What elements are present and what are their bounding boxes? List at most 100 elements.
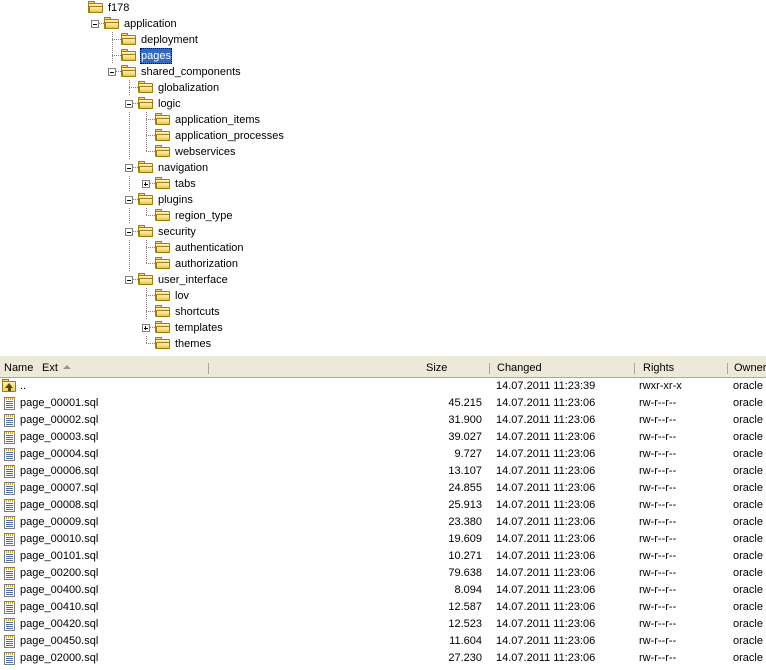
tree-node-navigation[interactable]: navigation <box>0 160 766 176</box>
column-resize-handle[interactable] <box>489 363 490 374</box>
column-header-size[interactable]: Size <box>426 360 447 377</box>
table-row[interactable]: .. 14.07.2011 11:23:39 rwxr-xr-x oracle <box>0 378 766 395</box>
table-row[interactable]: page_00003.sql 39.027 14.07.2011 11:23:06 r… <box>0 429 766 446</box>
tree-node-application-processes[interactable]: application_processes <box>0 128 766 144</box>
file-rights: rw-r--r-- <box>639 618 677 630</box>
tree-node-deployment[interactable]: deployment <box>0 32 766 48</box>
tree-node-templates[interactable]: templates <box>0 320 766 336</box>
tree-node-themes[interactable]: themes <box>0 336 766 352</box>
file-changed: 14.07.2011 11:23:06 <box>496 652 596 664</box>
file-owner: oracle <box>733 533 763 545</box>
table-row[interactable]: page_00007.sql 24.855 14.07.2011 11:23:06 r… <box>0 480 766 497</box>
sql-file-icon <box>3 464 17 479</box>
tree-node-tabs[interactable]: tabs <box>0 176 766 192</box>
tree-guide-line <box>129 208 130 224</box>
folder-tree-pane[interactable]: f178 application deployment pages shared_com… <box>0 0 766 355</box>
tree-node-label: application_processes <box>175 130 284 142</box>
table-row[interactable]: page_00001.sql 45.215 14.07.2011 11:23:06 r… <box>0 395 766 412</box>
collapse-icon[interactable] <box>122 160 138 176</box>
column-resize-handle[interactable] <box>208 363 209 374</box>
tree-node-globalization[interactable]: globalization <box>0 80 766 96</box>
column-resize-handle[interactable] <box>727 363 728 374</box>
file-owner: oracle <box>733 601 763 613</box>
folder-icon <box>121 48 137 64</box>
file-size: 11.604 <box>449 635 482 647</box>
table-row[interactable]: page_00400.sql 8.094 14.07.2011 11:23:06 rw… <box>0 582 766 599</box>
parent-dir-icon <box>2 379 17 394</box>
tree-node-region-type[interactable]: region_type <box>0 208 766 224</box>
tree-node-f178[interactable]: f178 <box>0 0 766 16</box>
file-name: page_00010.sql <box>20 533 99 545</box>
tree-guide-line <box>129 256 130 272</box>
folder-icon <box>155 256 171 272</box>
tree-node-application-items[interactable]: application_items <box>0 112 766 128</box>
file-size: 31.900 <box>448 414 482 426</box>
column-header-owner[interactable]: Owner <box>734 360 766 377</box>
file-rights: rw-r--r-- <box>639 533 677 545</box>
column-resize-handle[interactable] <box>634 363 635 374</box>
collapse-icon[interactable] <box>88 16 104 32</box>
file-owner: oracle <box>733 584 763 596</box>
column-header-changed[interactable]: Changed <box>497 360 542 377</box>
file-list-rows[interactable]: .. 14.07.2011 11:23:39 rwxr-xr-x oracle page… <box>0 378 766 667</box>
tree-node-pages[interactable]: pages <box>0 48 766 64</box>
table-row[interactable]: page_00002.sql 31.900 14.07.2011 11:23:06 r… <box>0 412 766 429</box>
tree-node-plugins[interactable]: plugins <box>0 192 766 208</box>
tree-node-webservices[interactable]: webservices <box>0 144 766 160</box>
file-owner: oracle <box>733 652 763 664</box>
tree-node-lov[interactable]: lov <box>0 288 766 304</box>
folder-icon <box>155 144 171 160</box>
expand-icon[interactable] <box>139 320 155 336</box>
tree-node-label: authentication <box>175 242 244 254</box>
table-row[interactable]: page_00008.sql 25.913 14.07.2011 11:23:06 r… <box>0 497 766 514</box>
column-header-label: Rights <box>643 362 675 374</box>
table-row[interactable]: page_00006.sql 13.107 14.07.2011 11:23:06 r… <box>0 463 766 480</box>
tree-node-application[interactable]: application <box>0 16 766 32</box>
table-row[interactable]: page_00004.sql 9.727 14.07.2011 11:23:06 rw… <box>0 446 766 463</box>
table-row[interactable]: page_02000.sql 27.230 14.07.2011 11:23:06 r… <box>0 650 766 667</box>
file-list-pane[interactable]: Name Ext Size Changed Rights Owner .. 14.07.20… <box>0 360 766 670</box>
tree-node-user-interface[interactable]: user_interface <box>0 272 766 288</box>
file-changed: 14.07.2011 11:23:06 <box>496 448 596 460</box>
column-header-name[interactable]: Name <box>4 360 33 377</box>
tree-node-shortcuts[interactable]: shortcuts <box>0 304 766 320</box>
tree-connector <box>139 336 155 352</box>
folder-icon <box>155 112 171 128</box>
table-row[interactable]: page_00101.sql 10.271 14.07.2011 11:23:06 r… <box>0 548 766 565</box>
collapse-icon[interactable] <box>122 96 138 112</box>
sql-file-icon <box>3 549 17 564</box>
collapse-icon[interactable] <box>122 224 138 240</box>
toggle-box <box>142 180 150 188</box>
collapse-icon[interactable] <box>122 192 138 208</box>
file-changed: 14.07.2011 11:23:06 <box>496 635 596 647</box>
collapse-icon[interactable] <box>105 64 121 80</box>
table-row[interactable]: page_00200.sql 79.638 14.07.2011 11:23:06 r… <box>0 565 766 582</box>
table-row[interactable]: page_00410.sql 12.587 14.07.2011 11:23:06 r… <box>0 599 766 616</box>
tree-node-logic[interactable]: logic <box>0 96 766 112</box>
file-name: page_00003.sql <box>20 431 99 443</box>
file-size: 24.855 <box>448 482 482 494</box>
tree-connector <box>139 288 155 304</box>
column-header-rights[interactable]: Rights <box>643 360 674 377</box>
expand-icon[interactable] <box>139 176 155 192</box>
collapse-icon[interactable] <box>122 272 138 288</box>
column-header-ext[interactable]: Ext <box>42 360 71 377</box>
table-row[interactable]: page_00009.sql 23.380 14.07.2011 11:23:06 r… <box>0 514 766 531</box>
tree-node-security[interactable]: security <box>0 224 766 240</box>
tree-node-authorization[interactable]: authorization <box>0 256 766 272</box>
folder-icon <box>138 160 154 176</box>
column-header-row[interactable]: Name Ext Size Changed Rights Owner <box>0 360 766 378</box>
table-row[interactable]: page_00420.sql 12.523 14.07.2011 11:23:06 r… <box>0 616 766 633</box>
tree-guide-line <box>129 176 130 192</box>
tree-node-authentication[interactable]: authentication <box>0 240 766 256</box>
table-row[interactable]: page_00010.sql 19.609 14.07.2011 11:23:06 r… <box>0 531 766 548</box>
tree-node-shared-components[interactable]: shared_components <box>0 64 766 80</box>
table-row[interactable]: page_00450.sql 11.604 14.07.2011 11:23:06 r… <box>0 633 766 650</box>
folder-icon <box>121 32 137 48</box>
